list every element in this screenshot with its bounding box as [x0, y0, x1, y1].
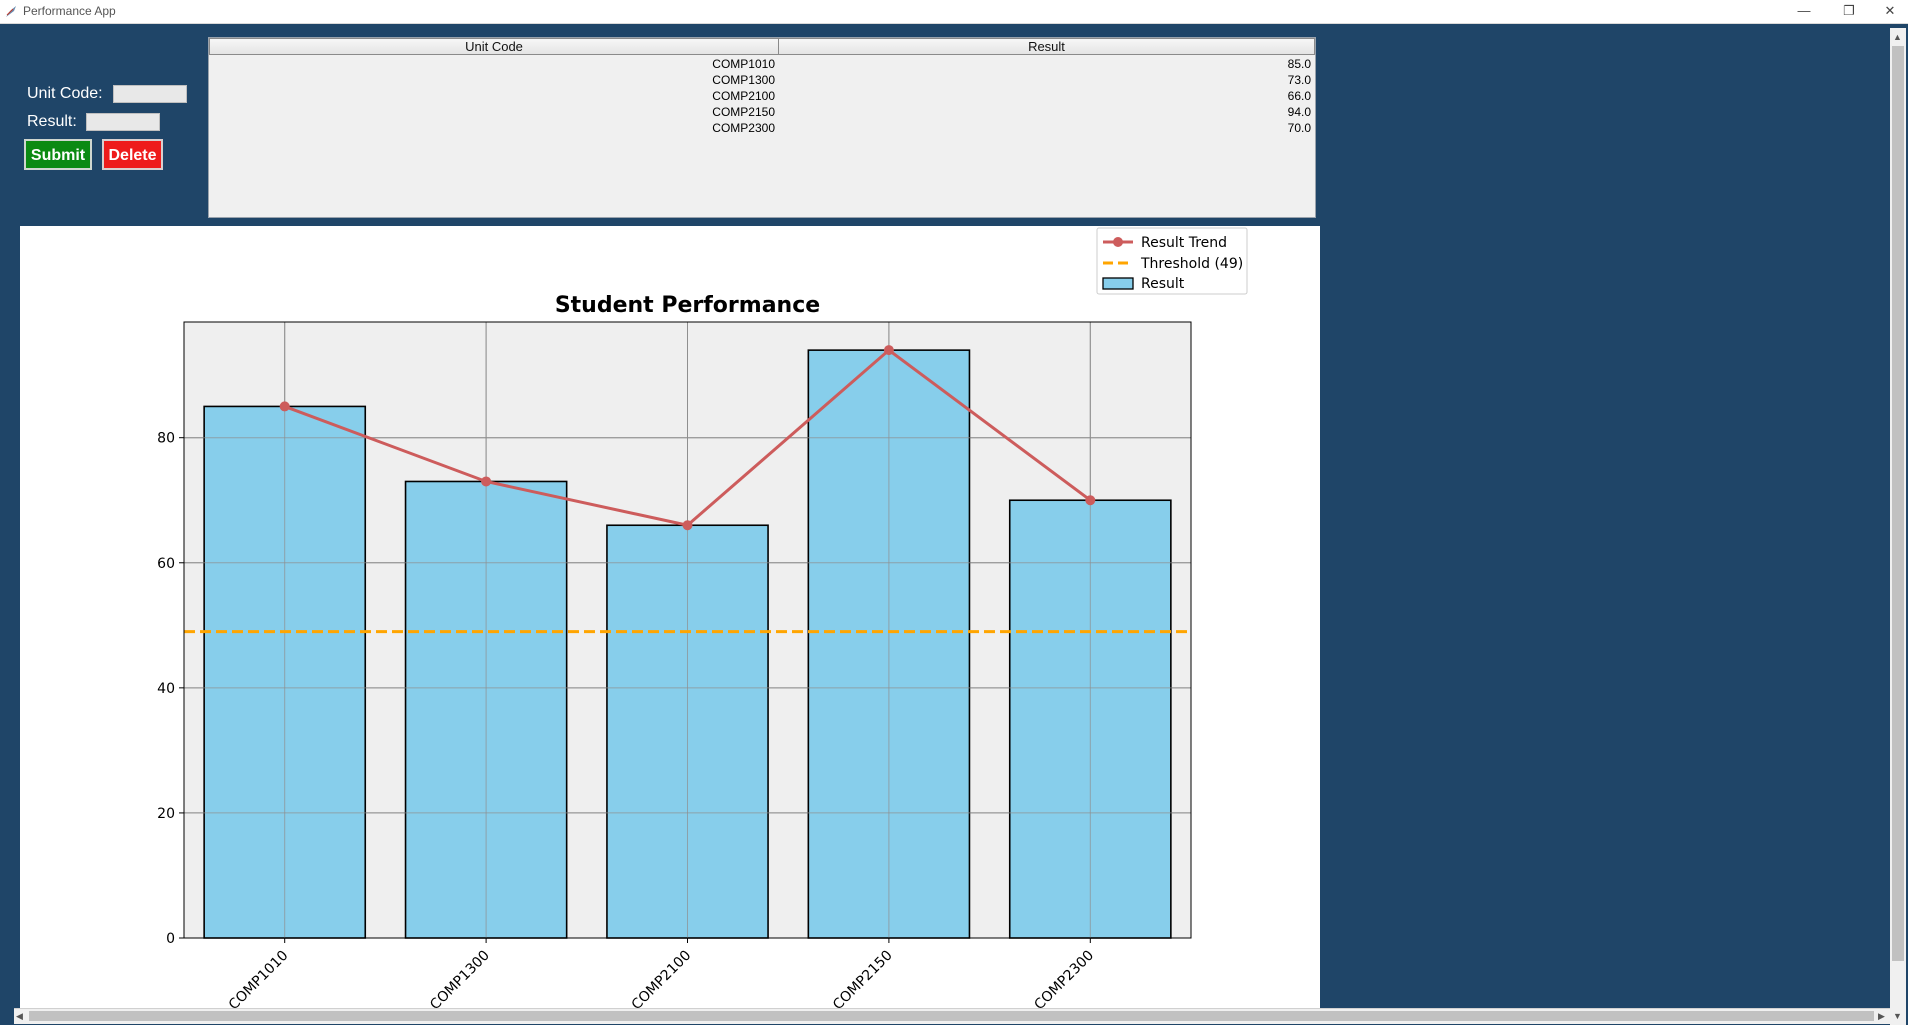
result-cell: 85.0 — [1287, 57, 1311, 71]
unit-code-input[interactable] — [113, 85, 187, 103]
title-bar: Performance App — ❐ ✕ — [0, 0, 1908, 24]
result-cell: 94.0 — [1287, 105, 1311, 119]
table-row[interactable]: COMP2100 66.0 — [209, 88, 1315, 104]
y-tick-label: 0 — [166, 931, 175, 947]
legend-label-trend: Result Trend — [1141, 235, 1227, 251]
restore-icon[interactable]: ❐ — [1827, 0, 1871, 23]
trend-point — [682, 520, 693, 531]
results-table[interactable]: Unit Code Result COMP1010 85.0 COMP1300 … — [208, 37, 1316, 218]
legend-result-swatch — [1102, 277, 1134, 290]
y-tick-label: 60 — [157, 556, 175, 572]
table-header: Unit Code Result — [209, 38, 1315, 56]
trend-point — [481, 476, 492, 487]
trend-point — [279, 401, 290, 412]
result-cell: 73.0 — [1287, 73, 1311, 87]
trend-point — [1085, 495, 1096, 506]
horizontal-scrollbar[interactable]: ◀ ▶ — [14, 1008, 1890, 1024]
result-cell: 66.0 — [1287, 89, 1311, 103]
x-tick-label: COMP2100 — [629, 948, 695, 1009]
x-tick-label: COMP2150 — [830, 948, 896, 1009]
delete-button[interactable]: Delete — [102, 139, 163, 170]
chart-title: Student Performance — [555, 293, 820, 318]
x-tick-label: COMP2300 — [1031, 948, 1097, 1009]
result-cell: 70.0 — [1287, 121, 1311, 135]
submit-button[interactable]: Submit — [24, 139, 92, 170]
unit-code-label: Unit Code: — [27, 85, 103, 102]
trend-point — [883, 345, 894, 356]
y-tick-label: 20 — [157, 806, 175, 822]
x-tick-label: COMP1010 — [226, 948, 292, 1009]
result-label: Result: — [27, 113, 77, 130]
x-tick-label: COMP1300 — [427, 948, 493, 1009]
window-title: Performance App — [23, 4, 116, 18]
close-icon[interactable]: ✕ — [1868, 0, 1908, 23]
vertical-scrollbar[interactable]: ▲ ▼ — [1890, 28, 1906, 1025]
legend-trend-marker — [1113, 237, 1123, 247]
scroll-left-icon[interactable]: ◀ — [16, 1010, 23, 1022]
column-header-unit-code[interactable]: Unit Code — [209, 38, 779, 55]
scroll-up-icon[interactable]: ▲ — [1893, 31, 1902, 43]
result-input[interactable] — [86, 113, 160, 131]
table-row[interactable]: COMP2150 94.0 — [209, 104, 1315, 120]
minimize-icon[interactable]: — — [1782, 0, 1826, 23]
table-row[interactable]: COMP1300 73.0 — [209, 72, 1315, 88]
table-row[interactable]: COMP1010 85.0 — [209, 56, 1315, 72]
y-tick-label: 80 — [157, 431, 175, 447]
feather-icon — [6, 6, 16, 17]
scroll-down-icon[interactable]: ▼ — [1893, 1010, 1902, 1022]
performance-chart: 0 20 40 60 80 COMP1010 COMP1300 COMP2100 COMP215… — [157, 227, 1248, 1013]
y-tick-label: 40 — [157, 681, 175, 697]
legend-label-threshold: Threshold (49) — [1140, 256, 1243, 272]
chart-panel: 0 20 40 60 80 COMP1010 COMP1300 COMP2100 COMP215… — [20, 226, 1320, 1013]
horizontal-scroll-thumb[interactable] — [29, 1011, 1874, 1021]
vertical-scroll-thumb[interactable] — [1892, 46, 1904, 961]
table-row[interactable]: COMP2300 70.0 — [209, 120, 1315, 136]
scroll-right-icon[interactable]: ▶ — [1878, 1010, 1885, 1022]
legend-label-result: Result — [1141, 276, 1185, 292]
column-header-result[interactable]: Result — [778, 38, 1315, 55]
